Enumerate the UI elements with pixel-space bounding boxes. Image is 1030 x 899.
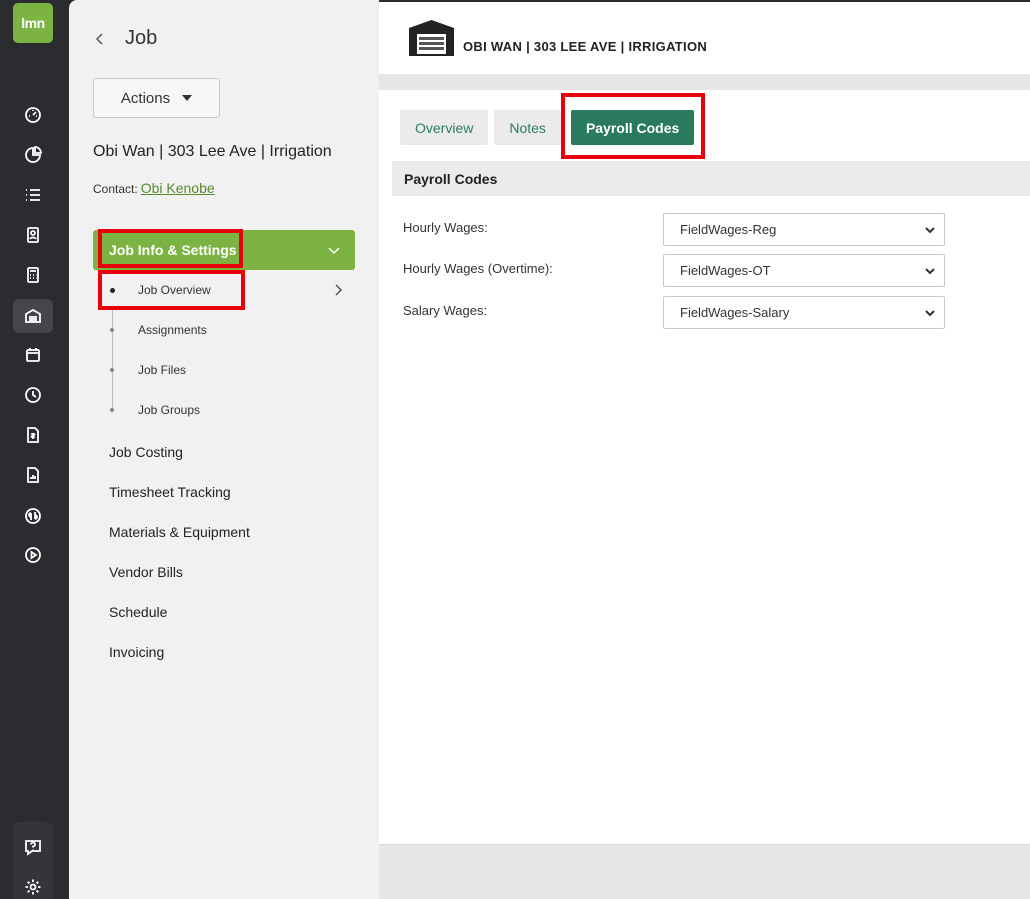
garage-icon[interactable]	[13, 299, 53, 333]
select-value: FieldWages-OT	[680, 263, 771, 278]
nav-item-invoicing[interactable]: Invoicing	[109, 632, 250, 672]
job-side-panel: Job Actions Obi Wan | 303 Lee Ave | Irri…	[69, 0, 379, 899]
nav-item-vendor-bills[interactable]: Vendor Bills	[109, 552, 250, 592]
back-chevron-icon[interactable]	[93, 32, 107, 46]
payroll-codes-heading: Payroll Codes	[392, 161, 1030, 196]
active-dot-icon	[110, 288, 115, 293]
dot-icon	[110, 408, 114, 412]
contact-link[interactable]: Obi Kenobe	[141, 180, 215, 196]
tab-payroll-codes[interactable]: Payroll Codes	[570, 110, 695, 145]
clock-icon[interactable]	[13, 378, 53, 412]
back-row: Job	[93, 27, 157, 50]
list-icon[interactable]	[13, 178, 53, 212]
contact-row: Contact: Obi Kenobe	[93, 180, 215, 196]
pie-chart-icon[interactable]	[13, 138, 53, 172]
tab-overview[interactable]: Overview	[400, 110, 489, 145]
play-icon[interactable]	[13, 538, 53, 572]
settings-icon[interactable]	[13, 870, 53, 899]
sub-item-job-groups[interactable]: Job Groups	[105, 390, 355, 430]
sub-item-assignments[interactable]: Assignments	[105, 310, 355, 350]
chevron-down-icon	[328, 247, 340, 255]
help-icon[interactable]	[13, 830, 53, 864]
calendar-icon[interactable]	[13, 338, 53, 372]
invoice-icon[interactable]	[13, 418, 53, 452]
tree-line	[112, 390, 113, 410]
nav-item-schedule[interactable]: Schedule	[109, 592, 250, 632]
salary-wages-label: Salary Wages:	[403, 303, 488, 318]
caret-down-icon	[182, 95, 193, 101]
job-info-settings-header[interactable]: Job Info & Settings	[93, 230, 355, 270]
nav-item-job-costing[interactable]: Job Costing	[109, 432, 250, 472]
section-title: Job Info & Settings	[109, 242, 237, 258]
header-divider	[379, 74, 1030, 90]
job-info-sub-list: Job Overview Assignments Job Files Job G…	[105, 270, 355, 430]
app-logo[interactable]: lmn	[13, 3, 53, 43]
sub-item-label: Job Files	[138, 363, 187, 377]
hourly-wages-overtime-label: Hourly Wages (Overtime):	[403, 261, 553, 276]
salary-wages-select[interactable]: FieldWages-Salary	[663, 296, 945, 329]
dot-icon	[110, 328, 114, 332]
page-title: Job	[125, 27, 158, 49]
quickbooks-icon[interactable]	[13, 499, 53, 533]
icon-rail: lmn	[0, 0, 69, 899]
actions-button[interactable]: Actions	[93, 78, 220, 118]
job-header: OBI WAN | 303 LEE AVE | IRRIGATION	[379, 2, 1030, 74]
hourly-wages-select[interactable]: FieldWages-Reg	[663, 213, 945, 246]
dot-icon	[110, 368, 114, 372]
dashboard-icon[interactable]	[13, 98, 53, 132]
chevron-right-icon	[331, 283, 345, 297]
garage-icon	[409, 20, 454, 56]
report-icon[interactable]	[13, 458, 53, 492]
hourly-wages-overtime-select[interactable]: FieldWages-OT	[663, 254, 945, 287]
job-header-title: OBI WAN | 303 LEE AVE | IRRIGATION	[463, 39, 708, 54]
actions-button-label: Actions	[120, 89, 171, 107]
contact-label: Contact:	[93, 182, 138, 196]
contacts-icon[interactable]	[13, 218, 53, 252]
chevron-down-icon	[925, 309, 935, 316]
calculator-icon[interactable]	[13, 258, 53, 292]
nav-item-timesheet-tracking[interactable]: Timesheet Tracking	[109, 472, 250, 512]
select-value: FieldWages-Salary	[680, 305, 790, 320]
sub-item-label: Job Overview	[138, 283, 211, 297]
select-value: FieldWages-Reg	[680, 222, 777, 237]
main-content: OBI WAN | 303 LEE AVE | IRRIGATION Overv…	[379, 0, 1030, 899]
chevron-down-icon	[925, 226, 935, 233]
sub-item-label: Assignments	[138, 323, 207, 337]
hourly-wages-label: Hourly Wages:	[403, 220, 488, 235]
footer-band	[379, 844, 1030, 899]
sub-item-label: Job Groups	[138, 403, 201, 417]
tab-notes[interactable]: Notes	[494, 110, 561, 145]
sub-item-job-overview[interactable]: Job Overview	[105, 270, 355, 310]
job-nav-list: Job Costing Timesheet Tracking Materials…	[109, 432, 250, 672]
nav-item-materials-equipment[interactable]: Materials & Equipment	[109, 512, 250, 552]
chevron-down-icon	[925, 267, 935, 274]
tab-bar: Overview Notes Payroll Codes	[400, 110, 700, 145]
sub-item-job-files[interactable]: Job Files	[105, 350, 355, 390]
job-name: Obi Wan | 303 Lee Ave | Irrigation	[93, 143, 332, 160]
